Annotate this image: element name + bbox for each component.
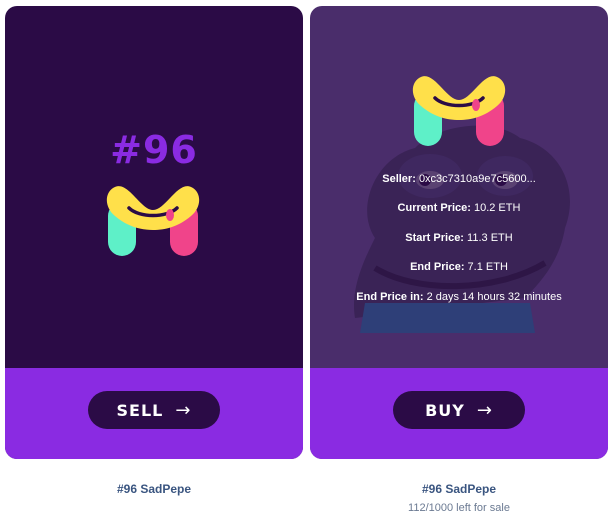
start-price-label: Start Price:: [405, 232, 464, 244]
seller-row: Seller: 0xc3c7310a9e7c5600...: [310, 173, 608, 185]
m-smile-logo-icon: [105, 182, 201, 263]
current-price-value: 10.2 ETH: [473, 202, 521, 214]
card-footer: BUY →: [310, 368, 608, 459]
sell-button-label: SELL: [116, 400, 164, 420]
caption-title[interactable]: #96 SadPepe: [310, 482, 608, 496]
end-price-label: End Price:: [410, 261, 465, 273]
for-sale-caption: #96 SadPepe 112/1000 left for sale: [310, 482, 608, 514]
owned-caption: #96 SadPepe: [5, 482, 303, 496]
seller-label: Seller:: [382, 173, 416, 185]
m-smile-logo-icon: [411, 72, 507, 153]
remaining-count: 112/1000 left for sale: [408, 502, 510, 514]
card-footer: SELL →: [5, 368, 303, 459]
caption-title[interactable]: #96 SadPepe: [5, 482, 303, 496]
nft-card-for-sale: Seller: 0xc3c7310a9e7c5600... Current Pr…: [310, 6, 608, 459]
arrow-right-icon: →: [476, 399, 493, 421]
edition-number: #96: [110, 128, 198, 172]
nft-card-owned: #96 SELL →: [5, 6, 303, 459]
end-price-row: End Price: 7.1 ETH: [310, 261, 608, 273]
end-price-value: 7.1 ETH: [467, 261, 508, 273]
start-price-row: Start Price: 11.3 ETH: [310, 232, 608, 244]
current-price-row: Current Price: 10.2 ETH: [310, 202, 608, 214]
start-price-value: 11.3 ETH: [467, 232, 513, 244]
buy-button[interactable]: BUY →: [393, 391, 525, 429]
end-price-in-label: End Price in:: [356, 291, 424, 303]
end-price-in-row: End Price in: 2 days 14 hours 32 minutes: [310, 291, 608, 303]
arrow-right-icon: →: [175, 399, 192, 421]
end-price-in-value: 2 days 14 hours 32 minutes: [426, 291, 562, 303]
buy-button-label: BUY: [425, 400, 465, 420]
sell-button[interactable]: SELL →: [88, 391, 220, 429]
seller-value: 0xc3c7310a9e7c5600...: [418, 173, 536, 185]
current-price-label: Current Price:: [397, 202, 471, 214]
